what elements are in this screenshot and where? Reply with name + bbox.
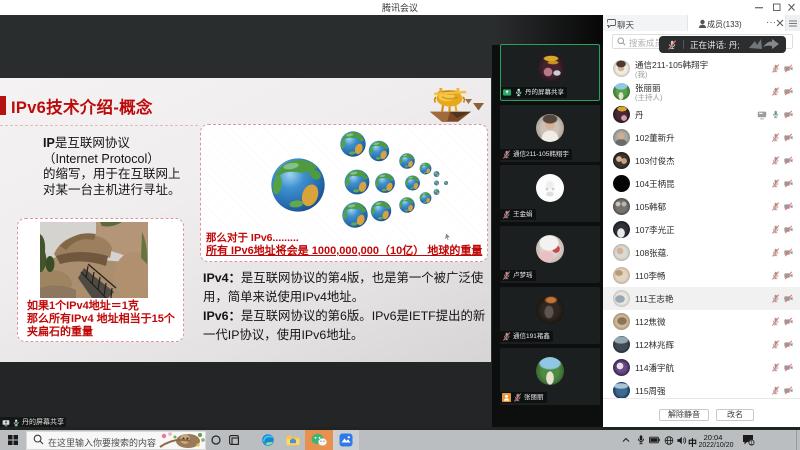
svg-text:1: 1	[750, 440, 753, 446]
